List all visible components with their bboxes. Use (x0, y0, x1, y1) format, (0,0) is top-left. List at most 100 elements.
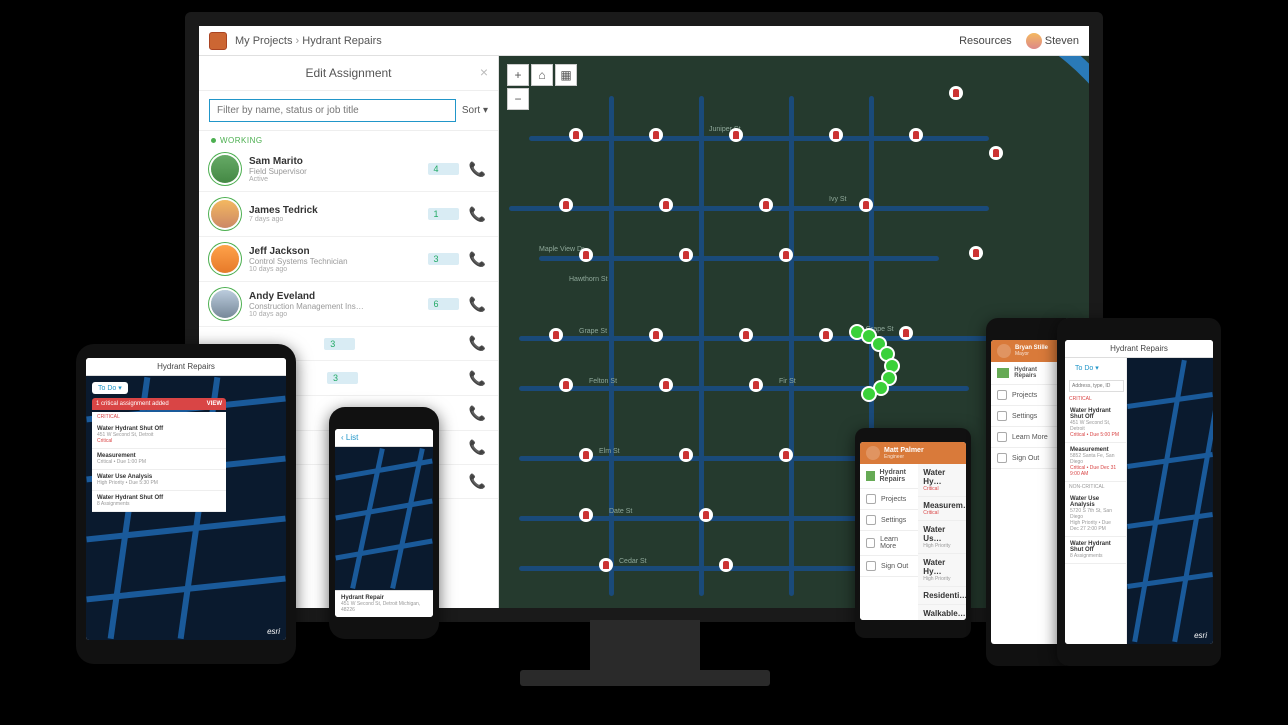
hydrant-marker[interactable] (759, 198, 773, 212)
list-item[interactable]: Water Hydrant Shut Off451 W Second St, D… (1065, 404, 1126, 443)
search-input[interactable] (1069, 380, 1124, 392)
list-item[interactable]: Water Hydrant Shut Off8 Assignments (1065, 537, 1126, 564)
basemap-button[interactable]: ▦ (555, 64, 577, 86)
hydrant-marker[interactable] (659, 378, 673, 392)
hydrant-marker[interactable] (579, 508, 593, 522)
menu-item-projects[interactable]: Projects (860, 489, 918, 510)
info-icon (866, 538, 875, 548)
hydrant-marker[interactable] (659, 198, 673, 212)
phone-icon[interactable]: 📞 (469, 473, 486, 490)
menu-item-projects[interactable]: Projects (991, 385, 1061, 406)
breadcrumb[interactable]: My Projects Hydrant Repairs (235, 35, 959, 47)
phone-icon[interactable]: 📞 (469, 335, 486, 352)
project-row[interactable]: Hydrant Repairs (991, 362, 1061, 385)
phone-icon[interactable]: 📞 (469, 251, 486, 268)
monitor-base (520, 670, 770, 686)
hydrant-marker[interactable] (599, 558, 613, 572)
menu-item-learn[interactable]: Learn More (860, 531, 918, 556)
list-item[interactable]: Water Hy…Critical (918, 464, 966, 497)
mobile-map[interactable]: To Do ▾ 1 critical assignment added VIEW… (86, 376, 286, 640)
filter-input[interactable] (209, 99, 456, 122)
list-item[interactable]: Measurem…Critical (918, 497, 966, 521)
hydrant-marker[interactable] (569, 128, 583, 142)
street-label: Date St (609, 508, 632, 515)
worker-row[interactable]: Andy Eveland Construction Management Ins… (199, 282, 498, 327)
list-item[interactable]: Walkable… (918, 605, 966, 620)
back-button[interactable]: ‹ List (335, 429, 433, 447)
hydrant-marker[interactable] (829, 128, 843, 142)
worker-location[interactable] (861, 386, 877, 402)
hydrant-marker[interactable] (649, 128, 663, 142)
hydrant-marker[interactable] (579, 448, 593, 462)
worker-row[interactable]: Jeff Jackson Control Systems Technician … (199, 237, 498, 282)
phone-icon[interactable]: 📞 (469, 296, 486, 313)
menu-item-signout[interactable]: Sign Out (991, 448, 1061, 469)
zoom-in-button[interactable]: + (507, 64, 529, 86)
todo-filter[interactable]: To Do ▾ (92, 382, 128, 394)
list-item[interactable]: Residenti… (918, 587, 966, 605)
hydrant-marker[interactable] (749, 378, 763, 392)
breadcrumb-root[interactable]: My Projects (235, 35, 292, 47)
list-item[interactable]: Water Use Analysis High Priority • Due 5… (92, 470, 226, 491)
list-item[interactable]: Water Hydrant Shut Off 451 W Second St, … (92, 422, 226, 449)
hydrant-marker[interactable] (859, 198, 873, 212)
menu-item-signout[interactable]: Sign Out (860, 556, 918, 577)
menu-item-learn[interactable]: Learn More (991, 427, 1061, 448)
home-button[interactable]: ⌂ (531, 64, 553, 86)
zoom-out-button[interactable]: − (507, 88, 529, 110)
mobile-map[interactable] (335, 447, 433, 590)
sort-dropdown[interactable]: Sort ▾ (462, 105, 488, 116)
hydrant-marker[interactable] (699, 508, 713, 522)
hydrant-marker[interactable] (779, 448, 793, 462)
hydrant-marker[interactable] (729, 128, 743, 142)
banner-view[interactable]: VIEW (207, 401, 222, 407)
todo-filter[interactable]: To Do ▾ (1069, 362, 1105, 374)
critical-banner[interactable]: 1 critical assignment added VIEW (92, 398, 226, 410)
hydrant-marker[interactable] (969, 246, 983, 260)
worker-row[interactable]: James Tedrick 7 days ago 1 📞 (199, 192, 498, 237)
hydrant-marker[interactable] (559, 378, 573, 392)
assignment-card[interactable]: Hydrant Repair 451 W Second St, Detroit … (335, 590, 433, 617)
project-name: Hydrant Repairs (880, 469, 913, 483)
worker-row[interactable]: Sam Marito Field Supervisor Active 4 📞 (199, 147, 498, 192)
list-item[interactable]: Measurement5852 Santa Fe, San DiegoCriti… (1065, 443, 1126, 482)
street-label: Elm St (599, 448, 620, 455)
phone-icon[interactable]: 📞 (469, 161, 486, 178)
hydrant-marker[interactable] (549, 328, 563, 342)
hydrant-marker[interactable] (909, 128, 923, 142)
hydrant-marker[interactable] (779, 248, 793, 262)
hydrant-marker[interactable] (949, 86, 963, 100)
hydrant-marker[interactable] (559, 198, 573, 212)
hydrant-marker[interactable] (579, 248, 593, 262)
user-menu[interactable]: Steven (1026, 33, 1079, 49)
list-item[interactable]: Water Hy…High Priority (918, 554, 966, 587)
close-icon[interactable]: × (480, 64, 488, 80)
hydrant-marker[interactable] (739, 328, 753, 342)
list-item[interactable]: Measurement Critical • Due 1:00 PM (92, 449, 226, 470)
hydrant-marker[interactable] (989, 146, 1003, 160)
hydrant-marker[interactable] (679, 448, 693, 462)
phone-icon[interactable]: 📞 (469, 405, 486, 422)
phone-icon[interactable]: 📞 (469, 370, 486, 387)
hydrant-marker[interactable] (819, 328, 833, 342)
hydrant-marker[interactable] (719, 558, 733, 572)
hydrant-marker[interactable] (649, 328, 663, 342)
road (789, 96, 794, 596)
menu-item-settings[interactable]: Settings (991, 406, 1061, 427)
hydrant-marker[interactable] (899, 326, 913, 340)
list-item[interactable]: Water Us…High Priority (918, 521, 966, 554)
panel-title: Edit Assignment (305, 66, 391, 80)
phone-icon[interactable]: 📞 (469, 439, 486, 456)
resources-link[interactable]: Resources (959, 35, 1012, 47)
ipad-left: Hydrant Repairs To Do ▾ 1 critical assig… (76, 344, 296, 664)
monitor-stand (590, 620, 700, 675)
phone-icon[interactable]: 📞 (469, 206, 486, 223)
menu-item-settings[interactable]: Settings (860, 510, 918, 531)
mobile-map[interactable]: esri (1127, 358, 1213, 644)
hydrant-marker[interactable] (679, 248, 693, 262)
list-item[interactable]: Water Hydrant Shut Off 8 Assignments (92, 491, 226, 512)
list-item[interactable]: Water Use Analysis5720 S 7th St, San Die… (1065, 492, 1126, 537)
tablet-drawer: Bryan Stille Mayor Hydrant Repairs Proje… (986, 318, 1066, 666)
project-row[interactable]: Hydrant Repairs (860, 464, 918, 489)
info-icon (997, 432, 1007, 442)
